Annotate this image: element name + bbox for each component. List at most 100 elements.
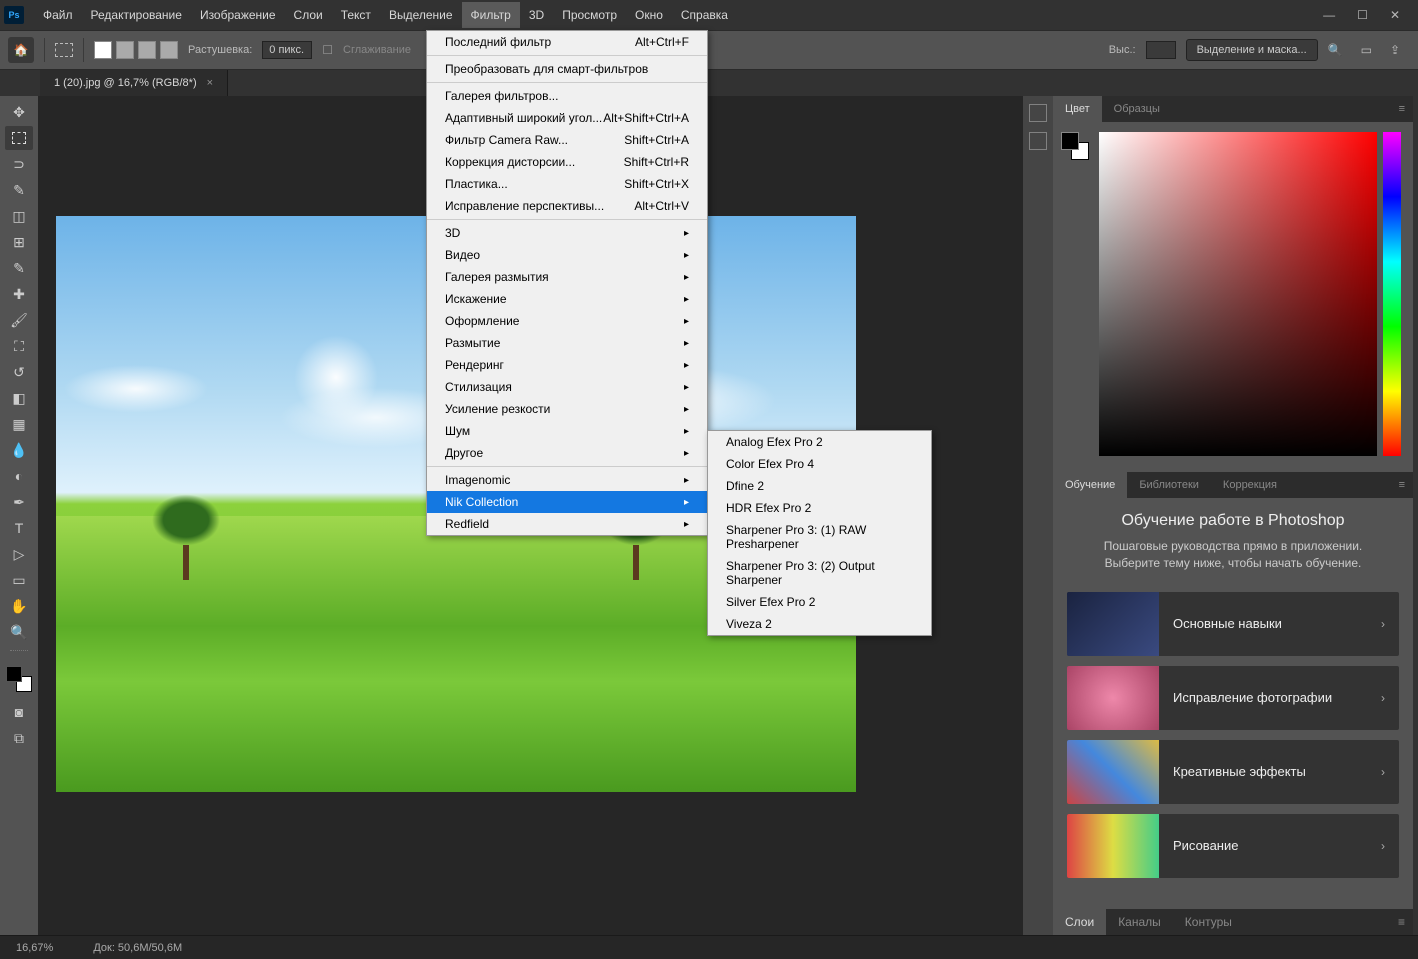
menu-sharpen[interactable]: Усиление резкости bbox=[427, 398, 707, 420]
status-zoom[interactable]: 16,67% bbox=[16, 942, 53, 954]
learn-card[interactable]: Исправление фотографии› bbox=[1067, 666, 1399, 730]
menu-file[interactable]: Файл bbox=[34, 2, 82, 28]
menu-imagenomic[interactable]: Imagenomic bbox=[427, 469, 707, 491]
tool-hand[interactable]: ✋ bbox=[5, 594, 33, 618]
menu-edit[interactable]: Редактирование bbox=[82, 2, 191, 28]
selection-mode-add[interactable] bbox=[116, 41, 134, 59]
tool-move[interactable]: ✥ bbox=[5, 100, 33, 124]
menu-pixelate[interactable]: Оформление bbox=[427, 310, 707, 332]
color-field[interactable] bbox=[1099, 132, 1377, 456]
tool-shape[interactable]: ▭ bbox=[5, 568, 33, 592]
tool-quickmask[interactable]: ◙ bbox=[5, 700, 33, 724]
feather-input[interactable] bbox=[262, 41, 312, 59]
tool-foreground-background[interactable] bbox=[6, 666, 32, 692]
minimize-button[interactable]: — bbox=[1323, 8, 1335, 22]
home-button[interactable]: 🏠 bbox=[8, 37, 34, 63]
tool-quick-select[interactable]: ✎ bbox=[5, 178, 33, 202]
close-tab-icon[interactable]: × bbox=[207, 77, 213, 89]
menu-adaptive-wide[interactable]: Адаптивный широкий угол...Alt+Shift+Ctrl… bbox=[427, 107, 707, 129]
tab-color[interactable]: Цвет bbox=[1053, 96, 1102, 122]
tool-eraser[interactable]: ◧ bbox=[5, 386, 33, 410]
menu-silver-efex[interactable]: Silver Efex Pro 2 bbox=[708, 591, 931, 613]
menu-3d-submenu[interactable]: 3D bbox=[427, 222, 707, 244]
dock-icon-2[interactable] bbox=[1029, 132, 1047, 150]
menu-nik-collection[interactable]: Nik Collection bbox=[427, 491, 707, 513]
learn-card[interactable]: Креативные эффекты› bbox=[1067, 740, 1399, 804]
menu-render[interactable]: Рендеринг bbox=[427, 354, 707, 376]
learn-card[interactable]: Рисование› bbox=[1067, 814, 1399, 878]
workspace-icon[interactable]: ▭ bbox=[1361, 43, 1372, 57]
hue-slider[interactable] bbox=[1383, 132, 1401, 456]
menu-distort[interactable]: Искажение bbox=[427, 288, 707, 310]
menu-liquify[interactable]: Пластика...Shift+Ctrl+X bbox=[427, 173, 707, 195]
current-tool-icon[interactable] bbox=[55, 43, 73, 57]
tool-blur[interactable]: 💧 bbox=[5, 438, 33, 462]
tab-libraries[interactable]: Библиотеки bbox=[1127, 472, 1211, 498]
menu-camera-raw[interactable]: Фильтр Camera Raw...Shift+Ctrl+A bbox=[427, 129, 707, 151]
menu-viveza[interactable]: Viveza 2 bbox=[708, 613, 931, 635]
menu-redfield[interactable]: Redfield bbox=[427, 513, 707, 535]
menu-filter-gallery[interactable]: Галерея фильтров... bbox=[427, 85, 707, 107]
tool-path-select[interactable]: ▷ bbox=[5, 542, 33, 566]
menu-hdr-efex[interactable]: HDR Efex Pro 2 bbox=[708, 497, 931, 519]
selection-mode-new[interactable] bbox=[94, 41, 112, 59]
menu-convert-smart[interactable]: Преобразовать для смарт-фильтров bbox=[427, 58, 707, 80]
panel-foreground-background[interactable] bbox=[1061, 132, 1089, 160]
menu-stylize[interactable]: Стилизация bbox=[427, 376, 707, 398]
menu-color-efex[interactable]: Color Efex Pro 4 bbox=[708, 453, 931, 475]
tool-dodge[interactable]: ◐ bbox=[5, 464, 33, 488]
tool-pen[interactable]: ✒ bbox=[5, 490, 33, 514]
menu-last-filter[interactable]: Последний фильтрAlt+Ctrl+F bbox=[427, 31, 707, 53]
tab-swatches[interactable]: Образцы bbox=[1102, 96, 1172, 122]
panel-menu-icon[interactable]: ≡ bbox=[1399, 103, 1413, 115]
menu-lens-correction[interactable]: Коррекция дисторсии...Shift+Ctrl+R bbox=[427, 151, 707, 173]
menu-noise[interactable]: Шум bbox=[427, 420, 707, 442]
collapsed-panel-dock[interactable] bbox=[1023, 96, 1053, 935]
tool-frame[interactable]: ⊞ bbox=[5, 230, 33, 254]
tool-zoom[interactable]: 🔍 bbox=[5, 620, 33, 644]
menu-blur-gallery[interactable]: Галерея размытия bbox=[427, 266, 707, 288]
status-doc-info[interactable]: Док: 50,6M/50,6M bbox=[93, 942, 182, 954]
menu-text[interactable]: Текст bbox=[332, 2, 380, 28]
maximize-button[interactable]: ☐ bbox=[1357, 8, 1368, 22]
menu-select[interactable]: Выделение bbox=[380, 2, 462, 28]
document-tab[interactable]: 1 (20).jpg @ 16,7% (RGB/8*) × bbox=[40, 70, 228, 96]
selection-mode-intersect[interactable] bbox=[160, 41, 178, 59]
tab-adjustments[interactable]: Коррекция bbox=[1211, 472, 1289, 498]
menu-help[interactable]: Справка bbox=[672, 2, 737, 28]
menu-video-submenu[interactable]: Видео bbox=[427, 244, 707, 266]
tab-channels[interactable]: Каналы bbox=[1106, 909, 1173, 935]
menu-blur[interactable]: Размытие bbox=[427, 332, 707, 354]
tool-clone[interactable]: ⛶ bbox=[5, 334, 33, 358]
menu-3d[interactable]: 3D bbox=[520, 2, 553, 28]
dock-icon-1[interactable] bbox=[1029, 104, 1047, 122]
select-and-mask-button[interactable]: Выделение и маска... bbox=[1186, 39, 1318, 61]
menu-view[interactable]: Просмотр bbox=[553, 2, 626, 28]
menu-layers[interactable]: Слои bbox=[285, 2, 332, 28]
tool-brush[interactable]: 🖌 bbox=[5, 308, 33, 332]
menu-analog-efex[interactable]: Analog Efex Pro 2 bbox=[708, 431, 931, 453]
close-button[interactable]: ✕ bbox=[1390, 8, 1400, 22]
selection-mode-subtract[interactable] bbox=[138, 41, 156, 59]
tool-history-brush[interactable]: ↺ bbox=[5, 360, 33, 384]
tab-paths[interactable]: Контуры bbox=[1173, 909, 1244, 935]
search-icon[interactable]: 🔍 bbox=[1328, 43, 1343, 57]
height-input[interactable] bbox=[1146, 41, 1176, 59]
menu-sharpener-raw[interactable]: Sharpener Pro 3: (1) RAW Presharpener bbox=[708, 519, 931, 555]
share-icon[interactable]: ⇪ bbox=[1390, 43, 1400, 57]
menu-window[interactable]: Окно bbox=[626, 2, 672, 28]
tool-eyedropper[interactable]: ✎ bbox=[5, 256, 33, 280]
tool-lasso[interactable]: ⊃ bbox=[5, 152, 33, 176]
panel-menu-icon[interactable]: ≡ bbox=[1398, 915, 1413, 929]
menu-dfine[interactable]: Dfine 2 bbox=[708, 475, 931, 497]
menu-vanishing-point[interactable]: Исправление перспективы...Alt+Ctrl+V bbox=[427, 195, 707, 217]
menu-sharpener-output[interactable]: Sharpener Pro 3: (2) Output Sharpener bbox=[708, 555, 931, 591]
tool-screenmode[interactable]: ⧉ bbox=[5, 726, 33, 750]
menu-filter[interactable]: Фильтр bbox=[462, 2, 520, 28]
menu-other[interactable]: Другое bbox=[427, 442, 707, 464]
panel-menu-icon[interactable]: ≡ bbox=[1399, 479, 1413, 491]
tool-crop[interactable]: ◫ bbox=[5, 204, 33, 228]
tool-type[interactable]: T bbox=[5, 516, 33, 540]
learn-card[interactable]: Основные навыки› bbox=[1067, 592, 1399, 656]
tab-learn[interactable]: Обучение bbox=[1053, 472, 1127, 498]
